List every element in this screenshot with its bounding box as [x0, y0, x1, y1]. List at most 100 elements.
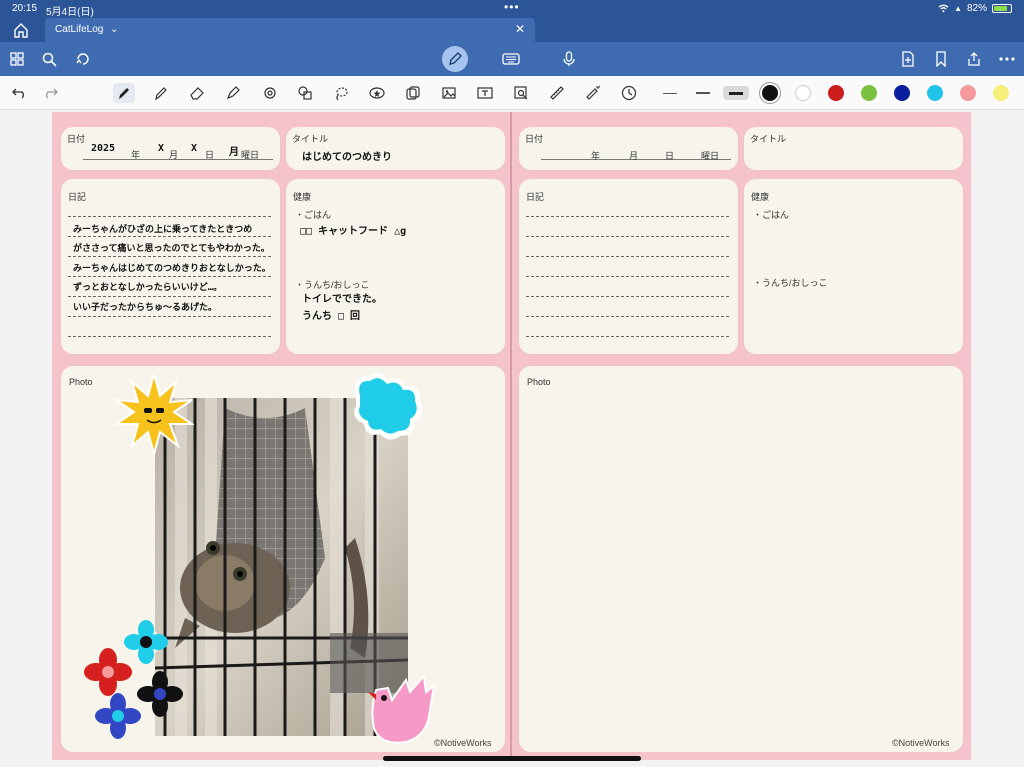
color-swatch-6[interactable] [927, 85, 943, 101]
color-swatch-4[interactable] [861, 85, 877, 101]
pen-tool-icon[interactable] [113, 83, 135, 103]
status-bar: 20:15 5月4日(日) ••• ▲ 82% [0, 0, 1024, 18]
date-month: X [158, 143, 165, 154]
title-card-right[interactable]: タイトル [744, 127, 963, 170]
diary-label-right: 日記 [526, 192, 545, 202]
health-card[interactable]: 健康 ・ごはん □□ キャットフード △g ・うんち/おしっこ トイレでできた。… [286, 179, 505, 354]
photo-credit-right: ©NotiveWorks [892, 738, 950, 748]
flowers-sticker-icon[interactable] [84, 620, 204, 740]
home-indicator[interactable] [383, 756, 641, 761]
title-label-right: タイトル [750, 134, 787, 144]
add-page-icon[interactable] [897, 48, 919, 70]
date-year: 2025 [91, 143, 116, 154]
title-label: タイトル [292, 134, 329, 144]
health-card-right[interactable]: 健康 ・ごはん ・うんち/おしっこ [744, 179, 963, 354]
laser-pointer-icon[interactable] [582, 83, 604, 103]
title-value: はじめてのつめきり [302, 152, 392, 163]
date-card-right[interactable]: 日付 年 月 日 曜日 [519, 127, 738, 170]
color-swatch-1[interactable] [762, 85, 778, 101]
grid-icon[interactable] [6, 48, 28, 70]
photo-label: Photo [69, 377, 93, 387]
diary-card-right[interactable]: 日記 [519, 179, 738, 354]
keyboard-icon[interactable] [500, 48, 522, 70]
stroke-thick-option[interactable] [723, 86, 749, 100]
lasso-sync-icon[interactable] [72, 48, 94, 70]
document-tab[interactable]: CatLifeLog ⌄ ✕ [45, 18, 535, 42]
date-day-unit: 日 [205, 150, 215, 160]
date-year-unit: 年 [131, 150, 141, 160]
search-icon[interactable] [38, 48, 60, 70]
date-weekday: 月 [229, 147, 239, 158]
element-icon[interactable] [402, 83, 424, 103]
health-label-right: 健康 [751, 192, 770, 202]
date-card[interactable]: 日付 2025 年 X 月 X 日 月 曜日 [61, 127, 280, 170]
date-day: X [191, 143, 198, 154]
food-value: □□ キャットフード △g [300, 226, 407, 237]
more-icon[interactable] [996, 48, 1018, 70]
bookmark-icon[interactable] [930, 48, 952, 70]
pen-toolbar [0, 76, 1024, 110]
sun-sticker-icon[interactable] [114, 374, 194, 454]
status-date: 5月4日(日) [46, 7, 94, 18]
stroke-thin-option[interactable] [657, 86, 683, 100]
diary-label: 日記 [68, 192, 87, 202]
diary-line-1: みーちゃんがひざの上に乗ってきたときつめ [73, 225, 253, 235]
diary-line-2: がささって痛いと思ったのでとてもやわかった。 [73, 244, 270, 254]
lasso-icon[interactable] [330, 83, 352, 103]
date-weekday-unit-right: 曜日 [701, 151, 720, 161]
location-icon: ▲ [954, 4, 962, 13]
photo-card-right[interactable]: Photo ©NotiveWorks [519, 366, 963, 752]
toilet-line-2: うんち □ 回 [302, 311, 361, 322]
cloud-sticker-icon[interactable] [348, 370, 426, 442]
health-label: 健康 [293, 192, 312, 202]
diary-line-3: みーちゃんはじめてのつめきりおとなしかった。 [73, 264, 271, 274]
date-year-unit-right: 年 [591, 151, 601, 161]
image-icon[interactable] [438, 83, 460, 103]
color-swatch-7[interactable] [960, 85, 976, 101]
food-label-right: ・ごはん [753, 210, 790, 220]
date-month-unit-right: 月 [629, 151, 639, 161]
main-toolbar [0, 42, 1024, 76]
redo-icon[interactable] [40, 83, 62, 103]
pencil-tool-icon[interactable] [150, 83, 172, 103]
right-page[interactable]: 日付 年 月 日 曜日 タイトル 日記 健康 ・ごはん ・うんち/おしっこ Ph… [512, 112, 971, 760]
battery-percent: 82% [966, 3, 987, 14]
close-icon[interactable]: ✕ [515, 22, 525, 36]
title-card[interactable]: タイトル はじめてのつめきり [286, 127, 505, 170]
ruler-icon[interactable] [546, 83, 568, 103]
microphone-icon[interactable] [558, 48, 580, 70]
multitask-dots-icon[interactable]: ••• [504, 0, 520, 14]
diary-line-5: いい子だったからちゅ〜るあげた。 [73, 303, 218, 313]
photo-credit: ©NotiveWorks [434, 738, 492, 748]
shape-tool-icon[interactable] [258, 83, 280, 103]
date-day-unit-right: 日 [665, 151, 675, 161]
color-swatch-8[interactable] [993, 85, 1009, 101]
wifi-icon [938, 4, 949, 13]
share-icon[interactable] [963, 48, 985, 70]
toilet-line-1: トイレでできた。 [302, 294, 382, 305]
color-swatch-5[interactable] [894, 85, 910, 101]
zoom-window-icon[interactable] [510, 83, 532, 103]
color-swatch-3[interactable] [828, 85, 844, 101]
clock-icon[interactable] [618, 83, 640, 103]
tab-bar: CatLifeLog ⌄ ✕ [0, 18, 1024, 42]
eraser-tool-icon[interactable] [186, 83, 208, 103]
stroke-medium-option[interactable] [690, 86, 716, 100]
date-weekday-unit: 曜日 [241, 150, 260, 160]
food-label: ・ごはん [295, 210, 332, 220]
sticker-icon[interactable] [366, 83, 388, 103]
chevron-down-icon[interactable]: ⌄ [110, 24, 118, 35]
color-swatch-2[interactable] [795, 85, 811, 101]
shapes-icon[interactable] [294, 83, 316, 103]
pink-bird-sticker-icon[interactable] [366, 670, 438, 748]
highlighter-tool-icon[interactable] [222, 83, 244, 103]
pen-mode-icon[interactable] [442, 46, 468, 72]
photo-label-right: Photo [527, 377, 551, 387]
status-time: 20:15 [12, 3, 38, 14]
textbox-icon[interactable] [474, 83, 496, 103]
home-icon[interactable] [10, 21, 32, 39]
undo-icon[interactable] [8, 83, 30, 103]
diary-line-4: ずっとおとなしかったらいいけど…。 [73, 283, 223, 293]
diary-card[interactable]: 日記 みーちゃんがひざの上に乗ってきたときつめ がささって痛いと思ったのでとても… [61, 179, 280, 354]
battery-icon [992, 4, 1012, 13]
